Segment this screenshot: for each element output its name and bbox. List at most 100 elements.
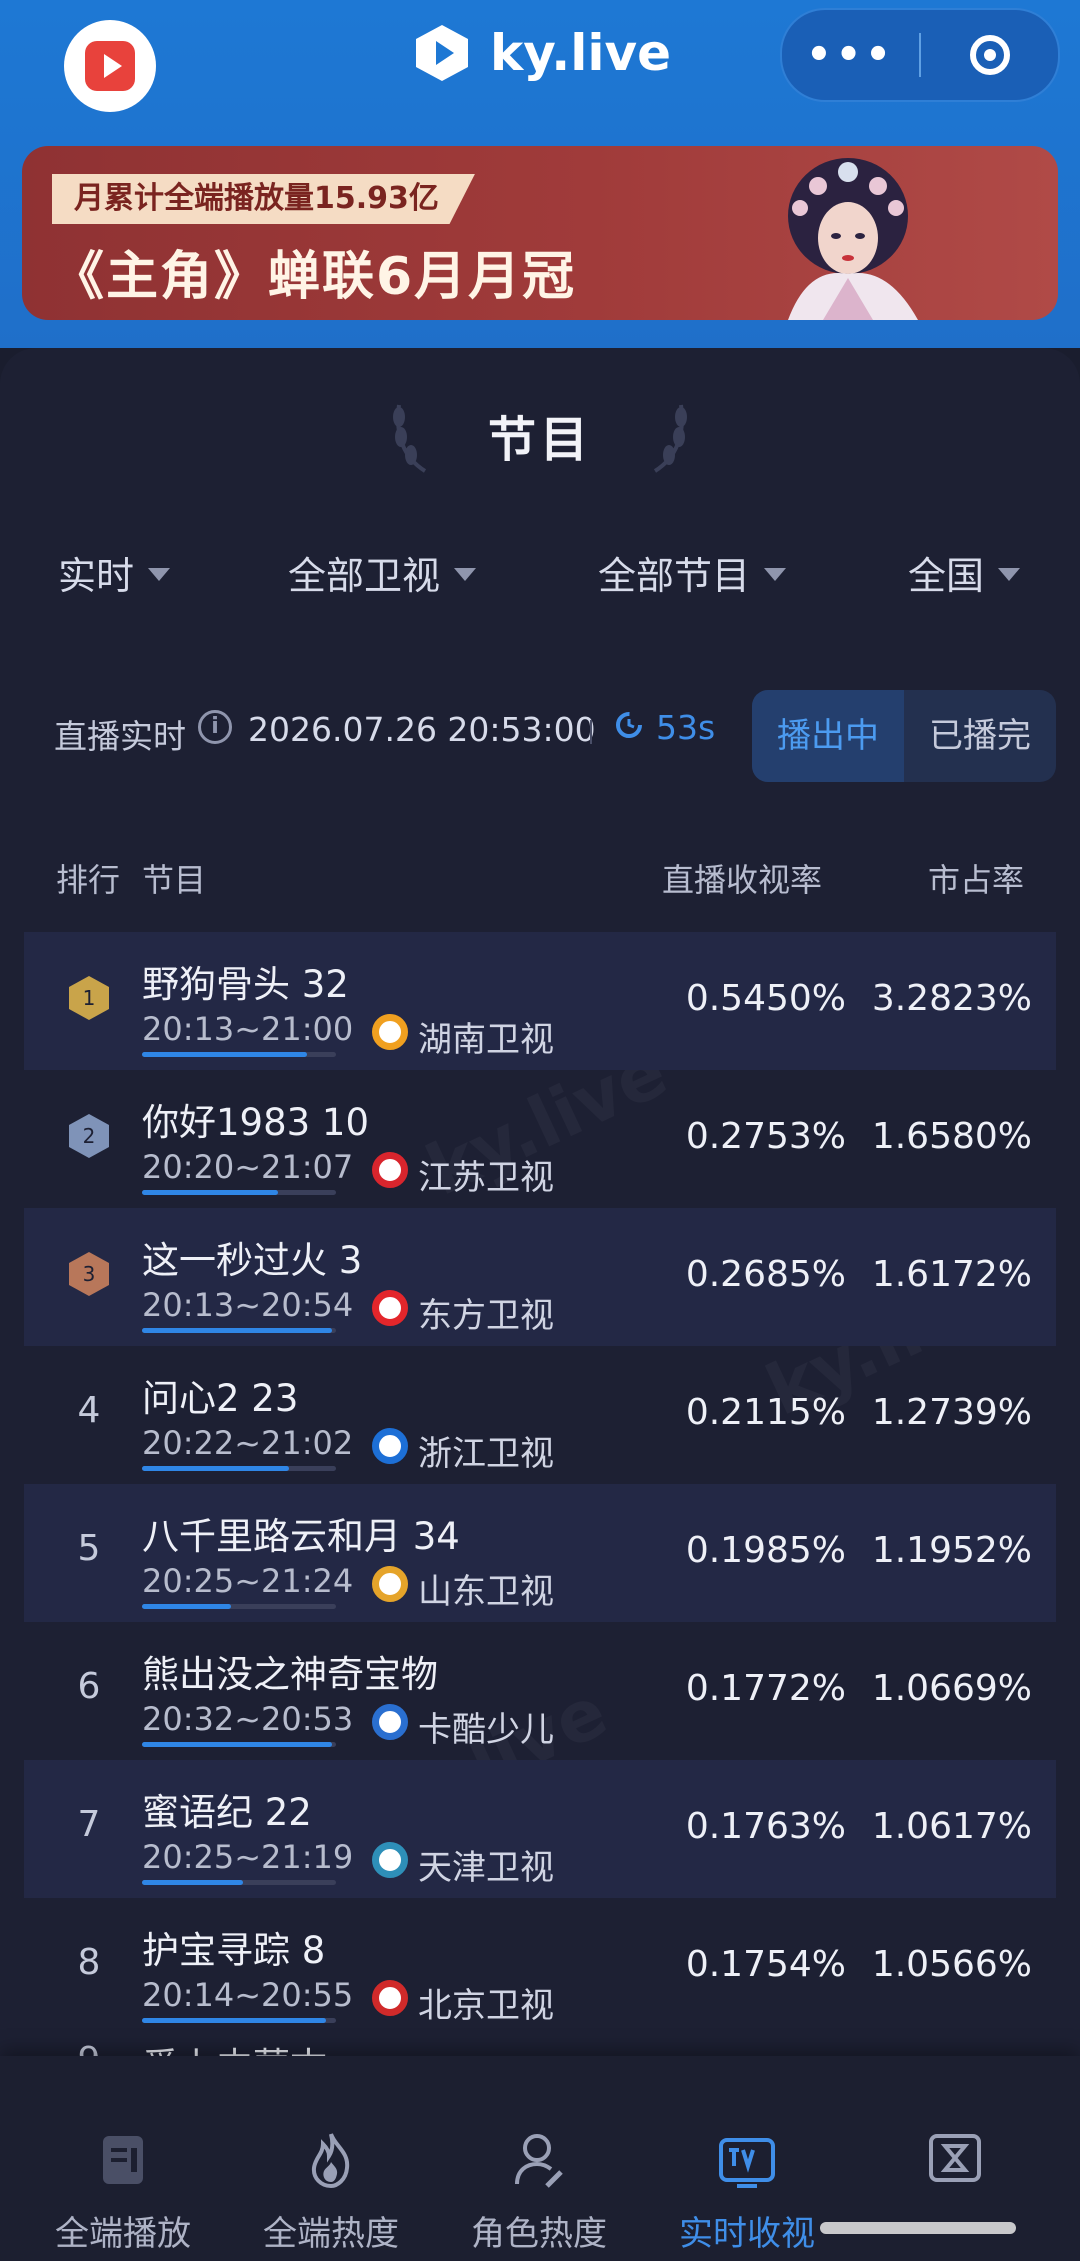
channel-name: 湖南卫视: [418, 1020, 554, 1060]
airing-progress-bar: [142, 1742, 336, 1747]
nav-all-platform-plays[interactable]: 全端播放: [18, 2128, 228, 2255]
table-row[interactable]: 2 你好1983 10 20:20~21:07 江苏卫视 0.2753% 1.6580%: [24, 1070, 1056, 1208]
airing-progress-bar: [142, 1328, 336, 1333]
rank-medal-icon: 2: [69, 1114, 109, 1158]
airing-progress-bar: [142, 2018, 336, 2023]
rank-number: 3: [83, 1262, 96, 1286]
filter-program-label: 全部节目: [598, 554, 751, 598]
live-rating: 0.2115%: [685, 1392, 846, 1433]
channel-logo-icon: [372, 1152, 408, 1188]
progress-fill: [142, 1328, 332, 1333]
caret-down-icon: [998, 568, 1021, 581]
refresh-timer-icon: [616, 712, 642, 738]
banner-tag: 月累计全端播放量15.93亿: [52, 174, 475, 224]
nav-character-heat[interactable]: 角色热度: [434, 2128, 644, 2255]
progress-fill: [142, 2018, 326, 2023]
caret-down-icon: [454, 568, 477, 581]
air-time: 20:13~20:54: [142, 1286, 354, 1324]
promo-banner[interactable]: 月累计全端播放量15.93亿 《主角》蝉联6月月冠: [22, 146, 1058, 320]
header-rating[interactable]: 直播收视率: [662, 855, 822, 901]
market-share: 1.0669%: [871, 1668, 1032, 1709]
rank-number: 6: [77, 1666, 101, 1707]
live-rating: 0.2753%: [685, 1116, 846, 1157]
banner-title: 《主角》蝉联6月月冠: [52, 247, 577, 307]
program-name: 蜜语纪 22: [142, 1791, 312, 1834]
flame-icon: [311, 2133, 350, 2189]
nav-more[interactable]: [850, 2128, 1060, 2196]
filter-program[interactable]: 全部节目: [598, 545, 787, 600]
progress-fill: [142, 1190, 278, 1195]
market-share: 1.0566%: [871, 1944, 1032, 1985]
hourglass-icon: [929, 2134, 981, 2182]
air-time: 20:32~20:53: [142, 1700, 354, 1738]
mini-program-capsule: •••: [780, 8, 1060, 102]
close-miniprogram-button[interactable]: [921, 35, 1058, 75]
rank-number: 5: [77, 1528, 101, 1569]
live-label: 直播实时: [54, 717, 186, 756]
table-row[interactable]: 7 蜜语纪 22 20:25~21:19 天津卫视 0.1763% 1.0617%: [24, 1760, 1056, 1898]
table-header: 排行 节目 直播收视率 市占率: [0, 855, 1080, 905]
air-time: 20:25~21:19: [142, 1838, 354, 1876]
table-row[interactable]: 1 野狗骨头 32 20:13~21:00 湖南卫视 0.5450% 3.2823%: [24, 932, 1056, 1070]
air-time: 20:14~20:55: [142, 1976, 354, 2014]
rank-number: 4: [77, 1390, 101, 1431]
channel-logo-icon: [372, 1290, 408, 1326]
home-indicator: [820, 2222, 1016, 2234]
air-time: 20:22~21:02: [142, 1424, 354, 1462]
market-share: 1.1952%: [871, 1530, 1032, 1571]
header-rank: 排行: [56, 861, 121, 899]
status-bar: 直播实时 i 2026.07.26 20:53:00 53s 播出中 已播完: [0, 690, 1080, 782]
live-rating: 0.1985%: [685, 1530, 846, 1571]
live-rating: 0.2685%: [685, 1254, 846, 1295]
caret-down-icon: [148, 568, 171, 581]
air-time: 20:25~21:24: [142, 1562, 354, 1600]
filter-period-label: 实时: [58, 554, 135, 598]
table-row[interactable]: 5 八千里路云和月 34 20:25~21:24 山东卫视 0.1985% 1.1952%: [24, 1484, 1056, 1622]
channel-name: 山东卫视: [418, 1572, 554, 1612]
air-time: 20:13~21:00: [142, 1010, 354, 1048]
channel-name: 东方卫视: [418, 1296, 554, 1336]
live-rating: 0.5450%: [685, 978, 846, 1019]
table-row[interactable]: 6 熊出没之神奇宝物 20:32~20:53 卡酷少儿 0.1772% 1.0669%: [24, 1622, 1056, 1760]
filter-region[interactable]: 全国: [908, 545, 1021, 600]
section-title: 节目: [487, 412, 592, 468]
nav-live-ratings[interactable]: 实时收视: [642, 2128, 852, 2255]
rank-number: 8: [77, 1942, 101, 1983]
air-time: 20:20~21:07: [142, 1148, 354, 1186]
airing-progress-bar: [142, 1466, 336, 1471]
nav-label: 全端热度: [263, 2214, 399, 2254]
progress-fill: [142, 1466, 289, 1471]
channel-logo-icon: [372, 1014, 408, 1050]
nav-all-platform-heat[interactable]: 全端热度: [226, 2128, 436, 2255]
channel-logo-icon: [372, 1842, 408, 1878]
ranking-list: 1 野狗骨头 32 20:13~21:00 湖南卫视 0.5450% 3.2823% 2 你好…: [24, 932, 1056, 2036]
header-share[interactable]: 市占率: [928, 855, 1024, 901]
progress-fill: [142, 1052, 307, 1057]
progress-fill: [142, 1742, 332, 1747]
channel-name: 北京卫视: [418, 1986, 554, 2026]
table-row[interactable]: 3 这一秒过火 3 20:13~20:54 东方卫视 0.2685% 1.6172%: [24, 1208, 1056, 1346]
more-menu-button[interactable]: •••: [782, 10, 919, 100]
app-logo-button[interactable]: [64, 20, 156, 112]
channel-logo-icon: [372, 1566, 408, 1602]
person-icon: [515, 2134, 563, 2188]
table-row[interactable]: 8 护宝寻踪 8 20:14~20:55 北京卫视 0.1754% 1.0566%: [24, 1898, 1056, 2036]
channel-logo-icon: [372, 1428, 408, 1464]
tab-airing[interactable]: 播出中: [752, 690, 904, 782]
tab-finished[interactable]: 已播完: [904, 690, 1056, 782]
table-row[interactable]: 4 问心2 23 20:22~21:02 浙江卫视 0.2115% 1.2739%: [24, 1346, 1056, 1484]
filter-period[interactable]: 实时: [58, 545, 171, 600]
nav-label: 全端播放: [55, 2214, 191, 2254]
channel-logo-icon: [372, 1704, 408, 1740]
filter-channel[interactable]: 全部卫视: [288, 545, 477, 600]
airing-progress-bar: [142, 1880, 336, 1885]
progress-fill: [142, 1604, 231, 1609]
program-name: 八千里路云和月 34: [142, 1515, 460, 1558]
opera-performer-image: [788, 158, 918, 320]
program-name: 熊出没之神奇宝物: [142, 1653, 438, 1696]
info-icon[interactable]: i: [198, 710, 232, 744]
rank-number: 1: [83, 986, 96, 1010]
target-icon: [969, 35, 1010, 75]
program-name: 野狗骨头 32: [142, 963, 349, 1006]
market-share: 1.6172%: [871, 1254, 1032, 1295]
